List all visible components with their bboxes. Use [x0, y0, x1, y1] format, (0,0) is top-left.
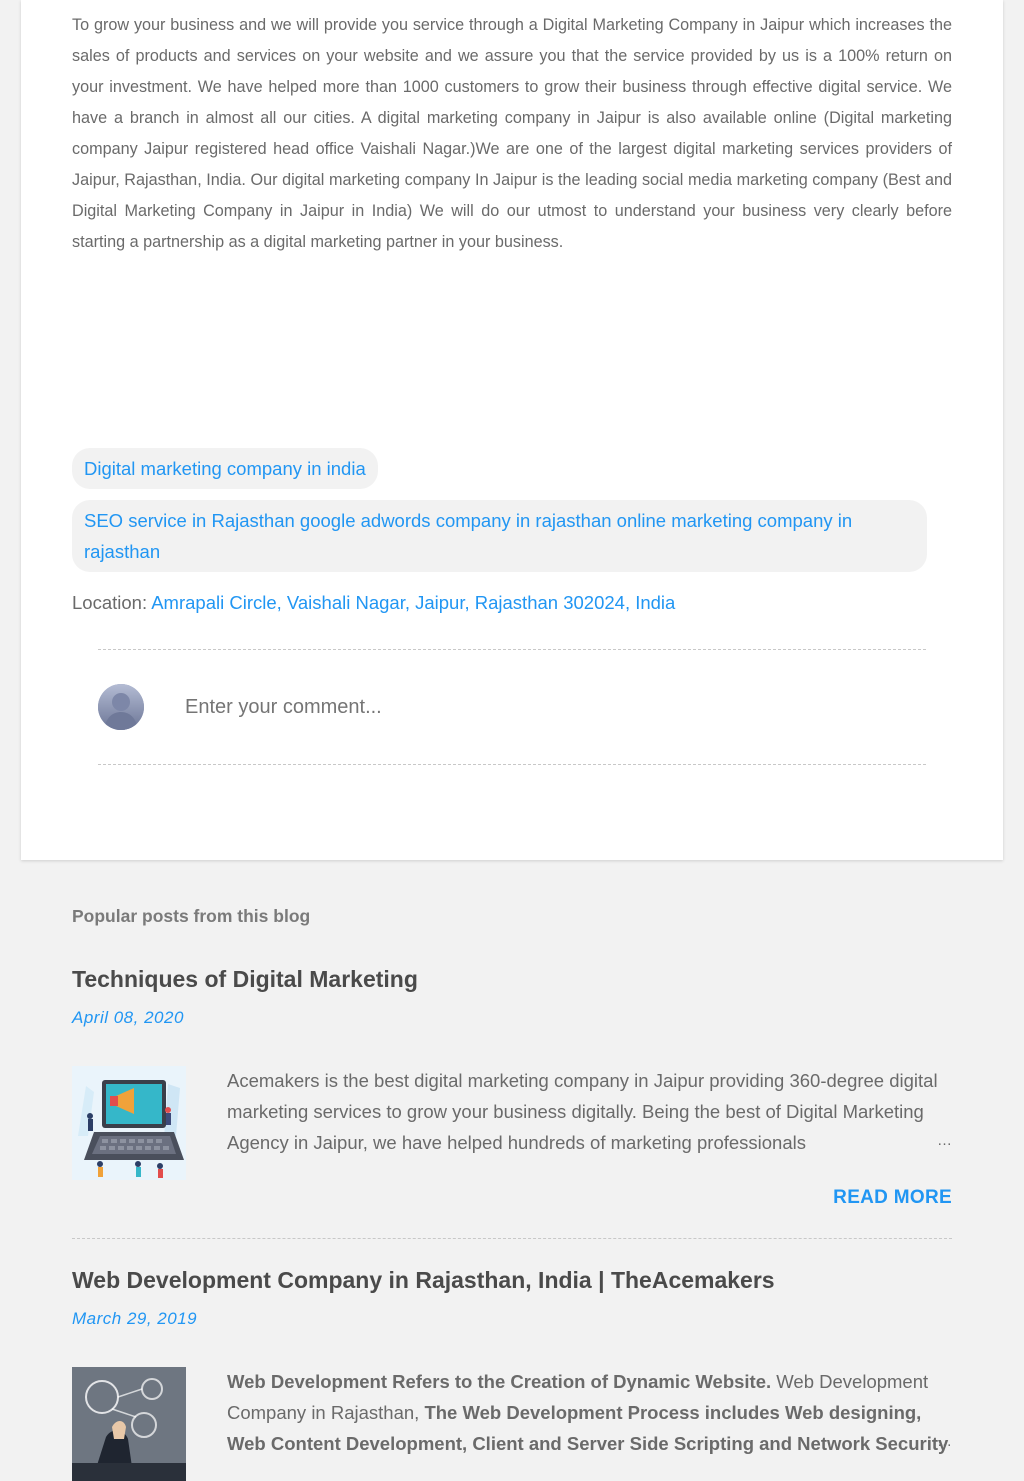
popular-post-snippet: Web Development Refers to the Creation o…: [227, 1366, 952, 1459]
snippet-fade: [842, 1127, 932, 1158]
location-link[interactable]: Amrapali Circle, Vaishali Nagar, Jaipur,…: [151, 592, 675, 613]
user-silhouette-icon: [98, 684, 144, 730]
label-chip-digital-marketing[interactable]: Digital marketing company in india: [72, 448, 378, 489]
avatar: [98, 684, 144, 730]
post-separator: [72, 1238, 952, 1239]
popular-posts-heading: Popular posts from this blog: [72, 906, 311, 926]
popular-post-date[interactable]: April 08, 2020: [72, 1008, 184, 1028]
post-location: Location: Amrapali Circle, Vaishali Naga…: [72, 587, 675, 618]
snippet-ellipsis: …: [937, 1433, 952, 1450]
comment-divider-bottom: [98, 764, 926, 765]
post-body: To grow your business and we will provid…: [72, 16, 952, 251]
label-chip-seo-service[interactable]: SEO service in Rajasthan google adwords …: [72, 500, 927, 572]
popular-post-date[interactable]: March 29, 2019: [72, 1309, 197, 1329]
post-thumbnail[interactable]: [72, 1066, 186, 1180]
post-card: To grow your business and we will provid…: [21, 0, 1003, 860]
comment-divider-top: [98, 649, 926, 650]
popular-post-title[interactable]: Web Development Company in Rajasthan, In…: [72, 1267, 775, 1294]
location-label: Location:: [72, 592, 148, 613]
popular-post-title[interactable]: Techniques of Digital Marketing: [72, 966, 418, 993]
snippet-ellipsis: …: [937, 1132, 952, 1149]
web-development-illustration-icon: [72, 1367, 186, 1481]
post-thumbnail[interactable]: [72, 1367, 186, 1481]
comment-input[interactable]: [181, 690, 889, 724]
snippet-bold-text: Web Development Refers to the Creation o…: [227, 1371, 772, 1392]
digital-marketing-illustration-icon: [72, 1066, 186, 1180]
read-more-button[interactable]: READ MORE: [833, 1187, 952, 1209]
